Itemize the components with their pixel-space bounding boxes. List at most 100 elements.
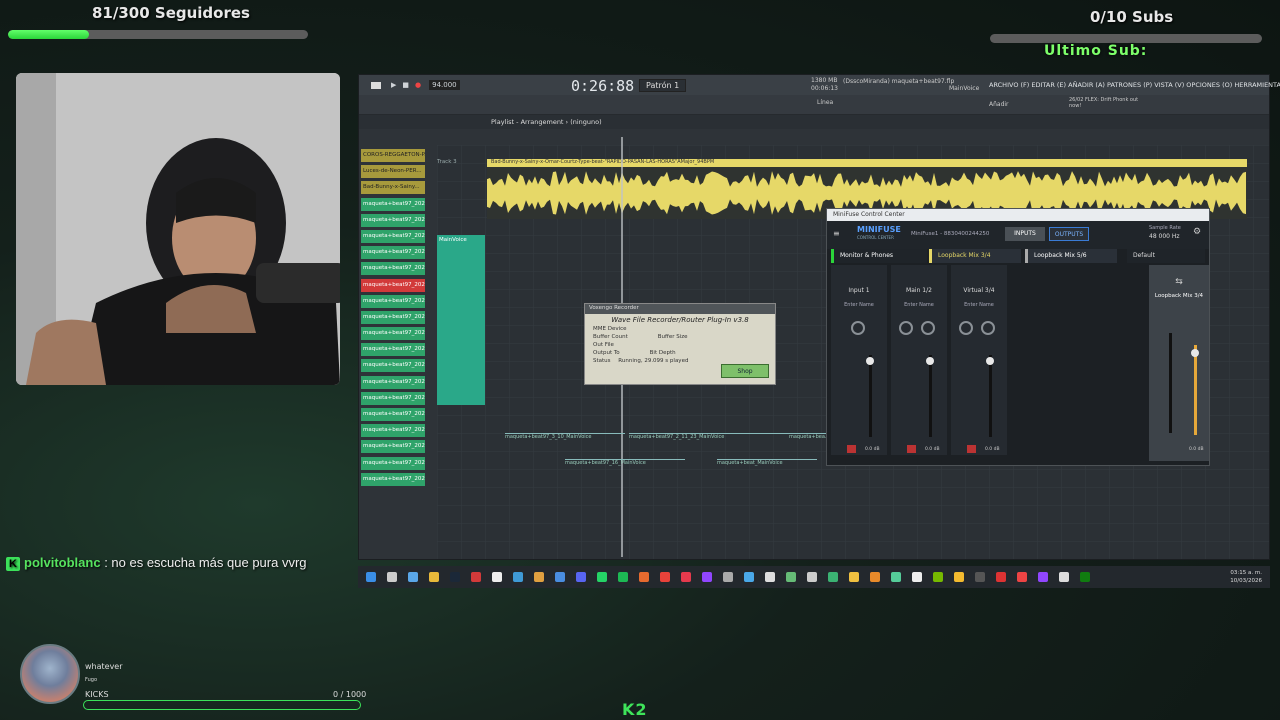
outputs-button[interactable]: OUTPUTS bbox=[1049, 227, 1089, 241]
app-icon[interactable] bbox=[975, 572, 985, 582]
whatsapp-icon[interactable] bbox=[597, 572, 607, 582]
line-label[interactable]: Línea bbox=[817, 99, 833, 106]
app-icon[interactable] bbox=[723, 572, 733, 582]
channel-strip-input-1[interactable]: Input 1 Enter Name 0.0 dB bbox=[831, 265, 887, 455]
obs-icon[interactable] bbox=[765, 572, 775, 582]
app-icon[interactable] bbox=[996, 572, 1006, 582]
channel-16[interactable]: maqueta+beat97_2026- bbox=[361, 391, 425, 405]
app-icon[interactable] bbox=[828, 572, 838, 582]
twitch-icon[interactable] bbox=[702, 572, 712, 582]
fader-handle[interactable] bbox=[926, 357, 934, 365]
channel-strip-virtual-34[interactable]: Virtual 3/4 Enter Name 0.0 dB bbox=[951, 265, 1007, 455]
main-menu[interactable]: ARCHIVO (F) EDITAR (E) AÑADIR (A) PATRON… bbox=[989, 81, 1280, 89]
xbox-icon[interactable] bbox=[1080, 572, 1090, 582]
loopback-fader-track[interactable] bbox=[1194, 345, 1197, 435]
channel-17[interactable]: maqueta+beat97_2026- bbox=[361, 408, 425, 421]
discord-icon[interactable] bbox=[576, 572, 586, 582]
audio-clip[interactable]: maqueta+bea... bbox=[789, 433, 830, 440]
nvidia-icon[interactable] bbox=[933, 572, 943, 582]
channel-10[interactable]: maqueta+beat97_2026- bbox=[361, 294, 425, 308]
tab-loopback-56[interactable]: Loopback Mix 5/6 bbox=[1025, 249, 1117, 263]
strip-name-field[interactable]: Enter Name bbox=[951, 302, 1007, 308]
channel-15[interactable]: maqueta+beat97_2026- bbox=[361, 375, 425, 389]
shop-button[interactable]: Shop bbox=[721, 364, 769, 378]
app-icon[interactable] bbox=[534, 572, 544, 582]
channel-13[interactable]: maqueta+beat97_2026- bbox=[361, 343, 425, 357]
fl-studio-icon[interactable] bbox=[870, 572, 880, 582]
recorder-plugin-window[interactable]: Voxengo Recorder Wave File Recorder/Rout… bbox=[584, 303, 776, 385]
inputs-button[interactable]: INPUTS bbox=[1005, 227, 1045, 241]
pan-knob[interactable] bbox=[851, 321, 865, 335]
start-icon[interactable] bbox=[366, 572, 376, 582]
taskview-icon[interactable] bbox=[408, 572, 418, 582]
channel-7[interactable]: maqueta+beat97_2026- bbox=[361, 246, 425, 260]
system-clock[interactable]: 03:15 a. m. 10/03/2026 bbox=[1230, 569, 1262, 585]
fader-track[interactable] bbox=[989, 355, 992, 437]
channel-9[interactable]: maqueta+beat97_2026- bbox=[361, 278, 425, 292]
spotify-icon[interactable] bbox=[618, 572, 628, 582]
channel-4[interactable]: maqueta+beat97_2026- bbox=[361, 197, 425, 211]
audio-clip[interactable]: maqueta+beat97_3_10_MainVoice bbox=[505, 433, 625, 440]
pan-knob[interactable] bbox=[921, 321, 935, 335]
strip-name-field[interactable]: Enter Name bbox=[831, 302, 887, 308]
app-icon[interactable] bbox=[492, 572, 502, 582]
fader-track[interactable] bbox=[929, 355, 932, 437]
pan-knob[interactable] bbox=[981, 321, 995, 335]
steam-icon[interactable] bbox=[450, 572, 460, 582]
app-icon[interactable] bbox=[954, 572, 964, 582]
audio-clip[interactable]: maqueta+beat97_2_11_23_MainVoice bbox=[629, 433, 789, 440]
app-icon[interactable] bbox=[807, 572, 817, 582]
stop-icon[interactable]: ■ bbox=[402, 81, 409, 89]
channel-strip-main-12[interactable]: Main 1/2 Enter Name 0.0 dB bbox=[891, 265, 947, 455]
app-icon[interactable] bbox=[1059, 572, 1069, 582]
pan-knob[interactable] bbox=[959, 321, 973, 335]
chrome-icon[interactable] bbox=[660, 572, 670, 582]
mute-button[interactable] bbox=[967, 445, 976, 453]
tab-loopback-34[interactable]: Loopback Mix 3/4 bbox=[929, 249, 1021, 263]
record-icon[interactable]: ● bbox=[415, 81, 421, 89]
app-icon[interactable] bbox=[786, 572, 796, 582]
tab-monitor-phones[interactable]: Monitor & Phones bbox=[831, 249, 927, 263]
folder-icon[interactable] bbox=[429, 572, 439, 582]
audio-clip[interactable]: maqueta+beat97_16_MainVoice bbox=[565, 459, 685, 466]
play-icon[interactable]: ▶ bbox=[391, 81, 396, 89]
app-icon[interactable] bbox=[1017, 572, 1027, 582]
opera-icon[interactable] bbox=[681, 572, 691, 582]
loopback-fader-handle[interactable] bbox=[1191, 349, 1199, 357]
pan-knob[interactable] bbox=[899, 321, 913, 335]
channel-14[interactable]: maqueta+beat97_2026- bbox=[361, 359, 425, 373]
pattern-selector[interactable]: Patrón 1 bbox=[639, 79, 687, 92]
mute-button[interactable] bbox=[907, 445, 916, 453]
fader-track[interactable] bbox=[869, 355, 872, 437]
preset-dropdown[interactable]: Default bbox=[1127, 249, 1205, 263]
mainvoice-track-head[interactable]: MainVoice bbox=[437, 235, 485, 405]
adobe-icon[interactable] bbox=[471, 572, 481, 582]
channel-3[interactable]: Bad-Bunny-x-Sainy... bbox=[361, 181, 425, 195]
app-icon[interactable] bbox=[1038, 572, 1048, 582]
channel-5[interactable]: maqueta+beat97_2026- bbox=[361, 213, 425, 227]
channel-2[interactable]: Luces-de-Neon-PER... bbox=[361, 165, 425, 179]
fader-handle[interactable] bbox=[986, 357, 994, 365]
menu-icon[interactable]: ≡ bbox=[833, 229, 840, 238]
search-icon[interactable] bbox=[387, 572, 397, 582]
tempo-display[interactable]: 94.000 bbox=[429, 80, 460, 90]
channel-12[interactable]: maqueta+beat97_2026- bbox=[361, 327, 425, 341]
app-icon[interactable] bbox=[891, 572, 901, 582]
strip-name-field[interactable]: Enter Name bbox=[891, 302, 947, 308]
channel-18[interactable]: maqueta+beat97_2026- bbox=[361, 424, 425, 438]
audio-clip[interactable]: maqueta+beat_MainVoice bbox=[717, 459, 817, 466]
settings-gear-icon[interactable]: ⚙ bbox=[1193, 227, 1201, 237]
app-icon[interactable] bbox=[513, 572, 523, 582]
mute-button[interactable] bbox=[847, 445, 856, 453]
news-ticker[interactable]: 26/02 FLEX: Drift Phonk out now! bbox=[1069, 97, 1139, 109]
channel-20[interactable]: maqueta+beat97_2026- bbox=[361, 456, 425, 470]
minifuse-window[interactable]: MiniFuse Control Center ≡ MINIFUSE CONTR… bbox=[826, 208, 1210, 466]
channel-6[interactable]: maqueta+beat97_2026- bbox=[361, 229, 425, 243]
channel-21[interactable]: maqueta+beat97_2026- bbox=[361, 472, 425, 486]
add-label[interactable]: Añadir bbox=[989, 101, 1009, 108]
app-icon[interactable] bbox=[912, 572, 922, 582]
channel-8[interactable]: maqueta+beat97_2026- bbox=[361, 262, 425, 276]
channel-1[interactable]: COROS-REGGAETON-P... bbox=[361, 149, 425, 162]
channel-11[interactable]: maqueta+beat97_2026- bbox=[361, 310, 425, 324]
firefox-icon[interactable] bbox=[639, 572, 649, 582]
